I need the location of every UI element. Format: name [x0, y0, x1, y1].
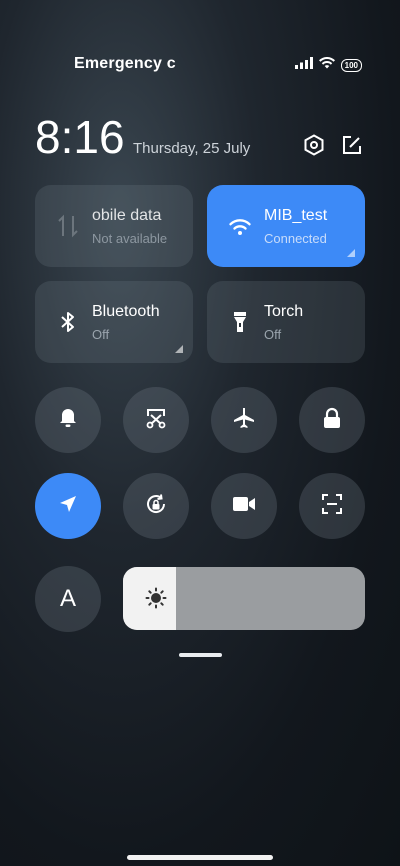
- tile-status: Connected: [264, 231, 327, 246]
- bluetooth-icon: [55, 309, 81, 335]
- video-icon: [232, 495, 256, 518]
- wifi-status-icon: [318, 56, 335, 74]
- tile-status: Not available: [92, 231, 168, 246]
- airplane-icon: [232, 406, 256, 435]
- bell-icon: [58, 407, 78, 434]
- status-carrier-text: Emergency c: [74, 55, 176, 72]
- expand-corner-icon: [347, 249, 355, 257]
- video-toggle[interactable]: [211, 473, 277, 539]
- airplane-toggle[interactable]: [211, 387, 277, 453]
- brightness-slider[interactable]: [123, 567, 365, 630]
- font-size-toggle[interactable]: A: [35, 566, 101, 632]
- clock-date: Thursday, 25 July: [133, 140, 251, 157]
- tile-torch[interactable]: Torch Off: [207, 281, 365, 363]
- signal-icon: [294, 56, 313, 74]
- rotation-lock-icon: [144, 492, 168, 521]
- tile-mobile-data[interactable]: obile data Not available: [35, 185, 193, 267]
- tile-wifi[interactable]: MIB_test Connected: [207, 185, 365, 267]
- mobile-data-icon: [55, 213, 81, 239]
- status-icons: 100: [294, 56, 362, 74]
- location-icon: [58, 494, 78, 519]
- tile-bluetooth[interactable]: Bluetooth Off: [35, 281, 193, 363]
- tile-label: Torch: [264, 303, 304, 320]
- clock-time: 8:16: [35, 111, 125, 163]
- font-size-icon: A: [59, 585, 76, 612]
- edit-icon[interactable]: [340, 133, 364, 157]
- brightness-icon: [145, 587, 167, 614]
- tile-status: Off: [264, 327, 282, 342]
- screenshot-icon: [145, 407, 167, 434]
- lock-screen-toggle[interactable]: [299, 387, 365, 453]
- silent-toggle[interactable]: [35, 387, 101, 453]
- location-toggle[interactable]: [35, 473, 101, 539]
- tile-label: obile data: [92, 207, 162, 224]
- tile-status: Off: [92, 327, 110, 342]
- screenshot-toggle[interactable]: [123, 387, 189, 453]
- tile-label: Bluetooth: [92, 303, 160, 320]
- wifi-icon: [227, 213, 253, 239]
- scanner-toggle[interactable]: [299, 473, 365, 539]
- expand-corner-icon: [175, 345, 183, 353]
- settings-icon[interactable]: [302, 133, 326, 157]
- scan-icon: [321, 493, 343, 520]
- tile-label: MIB_test: [264, 207, 328, 224]
- home-indicator[interactable]: [127, 855, 273, 860]
- lock-icon: [322, 407, 342, 434]
- battery-indicator: 100: [340, 58, 362, 72]
- torch-icon: [227, 309, 253, 335]
- rotation-lock-toggle[interactable]: [123, 473, 189, 539]
- collapse-handle[interactable]: [179, 653, 222, 657]
